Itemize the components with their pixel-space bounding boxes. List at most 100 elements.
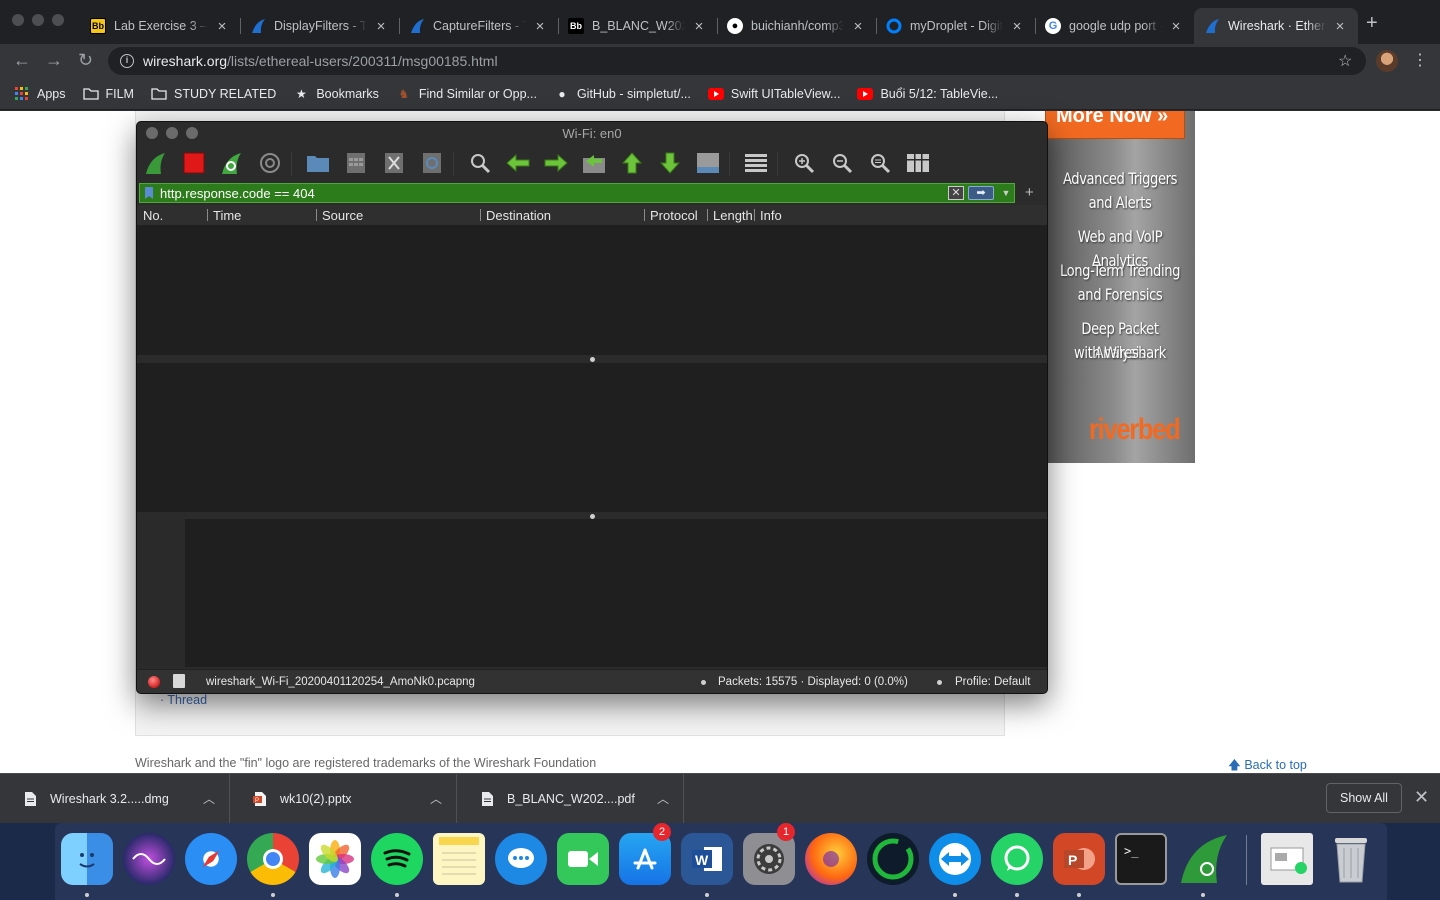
download-item[interactable]: Wireshark 3.2.....dmg ︿ <box>0 774 230 824</box>
teamviewer-icon[interactable] <box>929 833 981 885</box>
spotify-icon[interactable] <box>371 833 423 885</box>
facetime-icon[interactable] <box>557 833 609 885</box>
back-arrow-icon[interactable]: ← <box>13 50 31 71</box>
clear-filter-icon[interactable]: ✕ <box>948 186 964 200</box>
stop-capture-icon[interactable] <box>181 150 207 176</box>
riverbed-ad-banner[interactable]: More Now » Advanced Triggers and Alerts … <box>1045 111 1195 463</box>
column-header-source[interactable]: Source <box>322 208 363 223</box>
tab-close-icon[interactable]: × <box>373 18 389 35</box>
colorize-packets-icon[interactable] <box>743 150 769 176</box>
filter-history-dropdown-icon[interactable]: ▼ <box>998 188 1014 198</box>
bookmark-apps[interactable]: Apps <box>14 86 66 101</box>
powerpoint-icon[interactable]: P <box>1053 833 1105 885</box>
first-packet-up-arrow-icon[interactable] <box>619 150 645 176</box>
resize-columns-icon[interactable] <box>905 150 931 176</box>
find-packet-magnifier-icon[interactable] <box>467 150 493 176</box>
go-forward-arrow-icon[interactable] <box>543 150 569 176</box>
column-divider[interactable] <box>316 209 317 221</box>
column-header-time[interactable]: Time <box>213 208 241 223</box>
browser-tab[interactable]: CaptureFilters - The × <box>399 8 558 44</box>
column-header-info[interactable]: Info <box>760 208 782 223</box>
expert-info-red-icon[interactable] <box>148 676 160 688</box>
column-header-no[interactable]: No. <box>143 208 163 223</box>
column-divider[interactable] <box>480 209 481 221</box>
chrome-menu-icon[interactable]: ⋮ <box>1412 50 1428 70</box>
thread-link[interactable]: · Thread <box>160 693 207 707</box>
notes-icon[interactable] <box>433 833 485 885</box>
column-divider[interactable] <box>754 209 755 221</box>
trash-icon[interactable] <box>1325 833 1377 885</box>
bookmark-github[interactable]: ● GitHub - simpletut/... <box>554 87 691 101</box>
reload-file-icon[interactable] <box>419 150 445 176</box>
bookmark-folder-study-related[interactable]: STUDY RELATED <box>151 87 276 101</box>
terminal-icon[interactable]: >_ <box>1115 833 1167 885</box>
tab-close-icon[interactable]: × <box>850 18 866 35</box>
browser-tab[interactable]: ● buichianh/comp3 × <box>717 8 876 44</box>
firefox-icon[interactable] <box>805 833 857 885</box>
column-header-protocol[interactable]: Protocol <box>650 208 698 223</box>
profile-status[interactable]: Profile: Default <box>955 676 1030 688</box>
go-to-packet-icon[interactable] <box>581 150 607 176</box>
whatsapp-icon[interactable] <box>991 833 1043 885</box>
site-info-icon[interactable]: i <box>120 54 134 68</box>
last-packet-down-arrow-icon[interactable] <box>657 150 683 176</box>
capture-options-gear-icon[interactable] <box>257 150 283 176</box>
go-back-arrow-icon[interactable] <box>505 150 531 176</box>
browser-tab[interactable]: Bb B_BLANC_W2020 × <box>558 8 717 44</box>
filter-bookmark-icon[interactable] <box>140 184 158 202</box>
show-all-downloads-button[interactable]: Show All <box>1326 783 1402 813</box>
pane-splitter[interactable] <box>137 355 1047 363</box>
splitter-grip-icon[interactable] <box>590 357 595 362</box>
zoom-out-icon[interactable] <box>829 150 855 176</box>
normal-size-icon[interactable] <box>867 150 893 176</box>
column-divider[interactable] <box>707 209 708 221</box>
bookmark-swift-uitableview[interactable]: Swift UITableView... <box>707 87 840 101</box>
bookmark-find-similar[interactable]: ♞ Find Similar or Opp... <box>396 87 536 101</box>
chevron-up-icon[interactable]: ︿ <box>430 790 442 807</box>
download-item[interactable]: P wk10(2).pptx ︿ <box>230 774 457 824</box>
start-capture-fin-icon[interactable] <box>143 150 169 176</box>
column-header-destination[interactable]: Destination <box>486 208 551 223</box>
browser-tab[interactable]: Bb Lab Exercise 3 – Id × <box>80 8 240 44</box>
tab-close-icon[interactable]: × <box>214 18 230 35</box>
autoscroll-icon[interactable] <box>695 150 721 176</box>
browser-tab[interactable]: DisplayFilters - The × <box>240 8 399 44</box>
safari-icon[interactable] <box>185 833 237 885</box>
wireshark-icon[interactable] <box>1177 833 1229 885</box>
window-close-button[interactable] <box>12 14 24 26</box>
add-filter-button[interactable]: + <box>1025 184 1034 201</box>
window-minimize-button[interactable] <box>32 14 44 26</box>
column-divider[interactable] <box>644 209 645 221</box>
column-divider[interactable] <box>207 209 208 221</box>
address-bar[interactable]: i wireshark.org/lists/ethereal-users/200… <box>108 47 1366 75</box>
display-filter-input[interactable] <box>158 185 948 201</box>
finder-icon[interactable] <box>61 833 113 885</box>
download-item[interactable]: B_BLANC_W202....pdf ︿ <box>457 774 684 824</box>
chrome-icon[interactable] <box>247 833 299 885</box>
close-file-icon[interactable] <box>381 150 407 176</box>
browser-tab[interactable]: G google udp port - × <box>1035 8 1194 44</box>
bookmark-folder-film[interactable]: FILM <box>82 87 134 101</box>
chevron-up-icon[interactable]: ︿ <box>657 790 669 807</box>
ad-cta-button[interactable]: More Now » <box>1045 111 1185 139</box>
bookmark-star-icon[interactable]: ☆ <box>1338 51 1352 71</box>
siri-icon[interactable] <box>123 833 175 885</box>
preview-document-icon[interactable] <box>1261 833 1313 885</box>
column-header-length[interactable]: Length <box>713 208 753 223</box>
tab-close-icon[interactable]: × <box>1332 18 1348 35</box>
reload-icon[interactable]: ↻ <box>78 50 93 71</box>
packet-details-pane[interactable] <box>137 363 1047 512</box>
word-icon[interactable]: W <box>681 833 733 885</box>
new-tab-button[interactable]: + <box>1366 12 1378 35</box>
close-shelf-icon[interactable]: ✕ <box>1414 787 1429 808</box>
zoom-in-icon[interactable] <box>791 150 817 176</box>
window-zoom-button[interactable] <box>52 14 64 26</box>
tab-close-icon[interactable]: × <box>1168 18 1184 35</box>
apply-filter-arrow-icon[interactable]: ➡ <box>968 186 994 200</box>
packet-bytes-pane[interactable] <box>137 519 1047 667</box>
open-file-folder-icon[interactable] <box>305 150 331 176</box>
tab-close-icon[interactable]: × <box>532 18 548 35</box>
tab-close-icon[interactable]: × <box>691 18 707 35</box>
forward-arrow-icon[interactable]: → <box>45 50 63 71</box>
profile-avatar[interactable] <box>1376 50 1398 72</box>
